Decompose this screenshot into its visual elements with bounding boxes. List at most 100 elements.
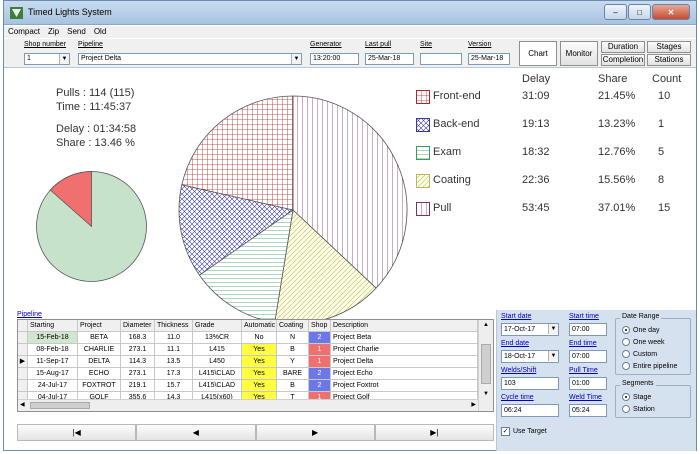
cycle-time-field[interactable]: 06:24 — [501, 404, 559, 417]
radio-icon — [622, 338, 630, 346]
duration-button[interactable]: Duration — [601, 41, 645, 53]
menu-old[interactable]: Old — [90, 26, 110, 38]
cell-thickness: 17.3 — [155, 368, 193, 380]
pipeline-value: Project Delta — [81, 55, 122, 62]
version-field[interactable]: 25-Mar-18 — [468, 53, 510, 65]
vertical-scroll-thumb[interactable] — [481, 344, 491, 384]
site-field[interactable] — [420, 53, 462, 65]
previous-record-button[interactable]: ◀ — [136, 424, 256, 441]
horizontal-scrollbar[interactable]: ◀ ▶ — [18, 399, 478, 411]
radio-icon — [622, 362, 630, 370]
last-pull-field[interactable]: 25-Mar-18 — [365, 53, 414, 65]
radio-icon — [622, 350, 630, 358]
weld-time-field[interactable]: 05:24 — [569, 404, 607, 417]
cycle-time-value: 06:24 — [504, 407, 522, 414]
column-header-shop[interactable]: Shop — [309, 320, 331, 332]
chart-button[interactable]: Chart — [519, 41, 557, 66]
radio-station[interactable]: Station — [622, 405, 655, 413]
monitor-button[interactable]: Monitor — [560, 41, 598, 66]
horizontal-scroll-thumb[interactable] — [30, 402, 90, 409]
end-time-field[interactable]: 07:00 — [569, 350, 607, 363]
last-record-button[interactable]: ▶| — [374, 424, 494, 441]
column-header-automatic[interactable]: Automatic — [242, 320, 277, 332]
table-row[interactable]: 15-Feb-18 BETA 168.3 11.0 13%CR No N 2 Project B… — [18, 332, 478, 344]
menu-zip[interactable]: Zip — [44, 26, 63, 38]
legend-swatch-pull — [416, 202, 430, 216]
cell-automatic: Yes — [242, 368, 277, 380]
start-time-field[interactable]: 07:00 — [569, 323, 607, 336]
pipeline-grid: Starting Project Diameter Thickness Grade Aut… — [17, 319, 494, 412]
row-selector[interactable] — [18, 332, 28, 344]
row-selector[interactable] — [18, 368, 28, 380]
radio-stage[interactable]: Stage — [622, 393, 651, 401]
column-header-grade[interactable]: Grade — [193, 320, 242, 332]
legend-share-back-end: 13.23% — [598, 118, 636, 130]
radio-one-week[interactable]: One week — [622, 338, 665, 346]
menu-compact[interactable]: Compact — [4, 26, 44, 38]
column-header-description[interactable]: Description — [331, 320, 478, 332]
table-row[interactable]: ▶ 11-Sep-17 DELTA 114.3 13.5 L450 Yes Y 1 Project… — [18, 356, 478, 368]
cell-shop: 2 — [309, 368, 331, 380]
cell-coating: B — [277, 380, 309, 392]
row-selector[interactable]: ▶ — [18, 356, 28, 368]
end-time-label: End time — [569, 340, 597, 347]
cell-thickness: 11.0 — [155, 332, 193, 344]
column-header-coating[interactable]: Coating — [277, 320, 309, 332]
radio-entire-pipeline[interactable]: Entire pipeline — [622, 362, 677, 370]
menu-send[interactable]: Send — [63, 26, 90, 38]
row-selector[interactable] — [18, 380, 28, 392]
next-record-button[interactable]: ▶ — [255, 424, 375, 441]
pipeline-select[interactable]: Project Delta ▼ — [78, 53, 302, 65]
stations-button[interactable]: Stations — [647, 54, 691, 66]
title-bar: Timed Lights System – □ ✕ — [4, 1, 696, 25]
close-button[interactable]: ✕ — [652, 4, 690, 20]
cell-description: Project Charlie — [331, 344, 478, 356]
cell-starting: 08-Feb-18 — [28, 344, 78, 356]
cell-automatic: Yes — [242, 356, 277, 368]
end-date-picker[interactable]: 18-Oct-17 ▼ — [501, 350, 559, 363]
pull-time-field[interactable]: 01:00 — [569, 377, 607, 390]
use-target-checkbox[interactable]: ✓ Use Target — [501, 427, 547, 436]
legend-label-front-end: Front-end — [433, 90, 481, 102]
column-header-diameter[interactable]: Diameter — [121, 320, 155, 332]
window-controls: – □ ✕ — [603, 4, 690, 20]
column-header-starting[interactable]: Starting — [28, 320, 78, 332]
maximize-button[interactable]: □ — [628, 4, 651, 20]
start-time-value: 07:00 — [572, 326, 590, 333]
chevron-down-icon: ▼ — [291, 54, 301, 64]
scroll-up-icon: ▲ — [483, 322, 489, 328]
start-date-picker[interactable]: 17-Oct-17 ▼ — [501, 323, 559, 336]
table-row[interactable]: 08-Feb-18 CHARLIE 273.1 11.1 L415 Yes B 1 Projec… — [18, 344, 478, 356]
maximize-icon: □ — [637, 7, 642, 17]
table-row[interactable]: 24-Jul-17 FOXTROT 219.1 15.7 L415\CLAD Yes B 2 P… — [18, 380, 478, 392]
completion-button[interactable]: Completion — [601, 54, 645, 66]
radio-custom[interactable]: Custom — [622, 350, 657, 358]
table-row[interactable]: 15-Aug-17 ECHO 273.1 17.3 L415\CLAD Yes BARE 2 P… — [18, 368, 478, 380]
legend-share-pull: 37.01% — [598, 202, 636, 214]
segments-group: Segments Stage Station — [615, 380, 691, 418]
vertical-scrollbar[interactable]: ▲ ▼ — [478, 320, 493, 411]
minimize-button[interactable]: – — [604, 4, 627, 20]
first-record-button[interactable]: |◀ — [17, 424, 137, 441]
radio-station-label: Station — [633, 405, 655, 413]
shop-number-select[interactable]: 1 ▼ — [24, 53, 70, 65]
radio-one-day-label: One day — [633, 326, 660, 334]
row-selector[interactable] — [18, 344, 28, 356]
column-header-project[interactable]: Project — [78, 320, 121, 332]
legend-count-exam: 5 — [658, 146, 665, 158]
generator-field[interactable]: 13:20:00 — [310, 53, 359, 65]
welds-shift-field[interactable]: 103 — [501, 377, 559, 390]
welds-shift-label: Welds/Shift — [501, 367, 537, 374]
stages-button[interactable]: Stages — [647, 41, 691, 53]
delay-breakdown-pie-chart — [178, 95, 408, 325]
end-date-value: 18-Oct-17 — [504, 353, 536, 360]
column-header-thickness[interactable]: Thickness — [155, 320, 193, 332]
cell-starting: 11-Sep-17 — [28, 356, 78, 368]
radio-one-day[interactable]: One day — [622, 326, 659, 334]
cell-diameter: 273.1 — [121, 368, 155, 380]
end-date-label: End date — [501, 340, 530, 347]
date-range-group: Date Range One day One week Custom Entir… — [615, 313, 691, 375]
legend-label-exam: Exam — [433, 146, 462, 158]
radio-entire-pipeline-label: Entire pipeline — [633, 362, 678, 370]
scroll-right-icon: ▶ — [471, 402, 476, 408]
